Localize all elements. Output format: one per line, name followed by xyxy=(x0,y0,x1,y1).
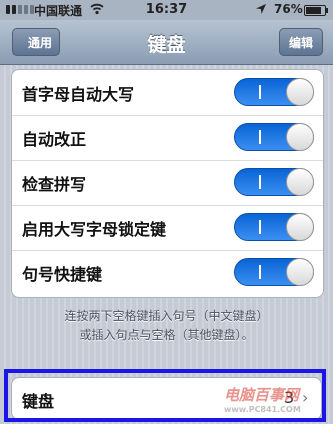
setting-label: 启用大写字母锁定键 xyxy=(22,220,167,239)
settings-group: 首字母自动大写 自动改正 检查拼写 启用大写字母锁定键 句号快捷键 xyxy=(11,69,324,298)
edit-button-label: 编辑 xyxy=(288,35,313,50)
edit-button[interactable]: 编辑 xyxy=(279,28,323,56)
auto-correction-toggle[interactable] xyxy=(234,123,314,151)
watermark-logo: 电脑百事网 www.PC841.COM xyxy=(224,384,301,414)
navigation-bar: 通用 键盘 编辑 xyxy=(0,20,333,65)
setting-row-auto-capitalization: 首字母自动大写 xyxy=(12,70,323,116)
battery-icon xyxy=(304,5,328,16)
watermark-text: 电脑百事网 xyxy=(224,386,300,404)
footnote-line: 或插入句点与空格（其他键盘）。 xyxy=(79,328,254,342)
setting-label: 句号快捷键 xyxy=(22,265,103,284)
caps-lock-toggle[interactable] xyxy=(234,213,314,241)
setting-row-check-spelling: 检查拼写 xyxy=(12,160,323,206)
period-shortcut-toggle[interactable] xyxy=(234,258,314,286)
setting-label: 检查拼写 xyxy=(22,175,87,194)
setting-label: 首字母自动大写 xyxy=(22,85,135,104)
footnote: 连按两下空格键插入句号（中文键盘） 或插入句点与空格（其他键盘）。 xyxy=(20,307,313,345)
footnote-line: 连按两下空格键插入句号（中文键盘） xyxy=(64,309,269,323)
setting-row-period-shortcut: 句号快捷键 xyxy=(12,250,323,295)
setting-label: 自动改正 xyxy=(22,130,87,149)
setting-row-auto-correction: 自动改正 xyxy=(12,115,323,161)
location-icon xyxy=(255,3,267,18)
watermark-subtext: www.PC841.COM xyxy=(224,405,301,414)
status-bar: 中国联通 16:37 76% xyxy=(0,0,333,20)
check-spelling-toggle[interactable] xyxy=(234,168,314,196)
auto-capitalization-toggle[interactable] xyxy=(234,78,314,106)
setting-row-caps-lock: 启用大写字母锁定键 xyxy=(12,205,323,251)
battery-percent: 76% xyxy=(274,2,303,16)
